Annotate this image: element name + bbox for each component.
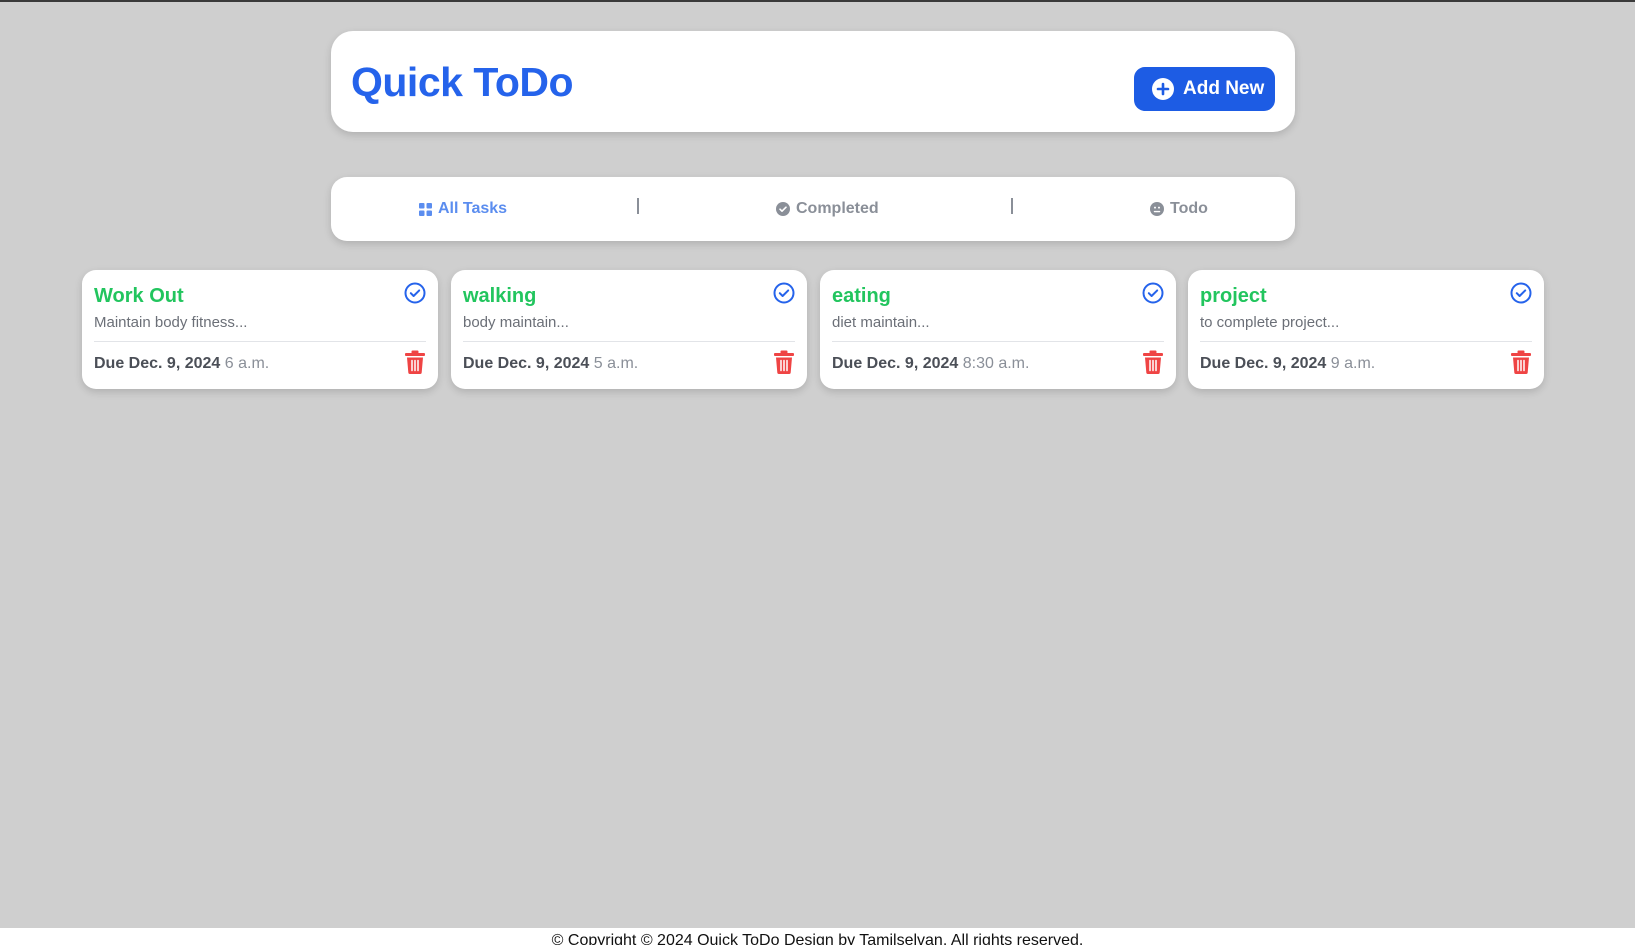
tab-completed[interactable]: Completed xyxy=(776,177,879,241)
trash-icon[interactable] xyxy=(774,350,794,374)
plus-circle-icon xyxy=(1152,78,1174,100)
task-due-date: Due Dec. 9, 2024 xyxy=(832,355,959,372)
task-card: walking body maintain... Due Dec. 9, 202… xyxy=(451,270,807,389)
task-description: to complete project... xyxy=(1200,314,1340,331)
card-divider xyxy=(832,341,1164,342)
card-divider xyxy=(94,341,426,342)
trash-icon[interactable] xyxy=(1143,350,1163,374)
task-due: Due Dec. 9, 2024 5 a.m. xyxy=(463,355,638,373)
todo-circle-icon xyxy=(1150,202,1164,216)
mark-complete-icon[interactable] xyxy=(1510,282,1532,304)
tab-completed-label: Completed xyxy=(796,200,879,217)
task-due-date: Due Dec. 9, 2024 xyxy=(1200,355,1327,372)
grid-icon xyxy=(419,202,432,216)
trash-icon[interactable] xyxy=(1511,350,1531,374)
task-due-date: Due Dec. 9, 2024 xyxy=(463,355,590,372)
task-time: 6 a.m. xyxy=(224,355,270,372)
task-title: project xyxy=(1200,285,1267,307)
task-due: Due Dec. 9, 2024 8:30 a.m. xyxy=(832,355,1029,373)
tab-all-tasks-label: All Tasks xyxy=(438,200,508,217)
filter-bar: All Tasks Completed Todo xyxy=(331,177,1295,241)
tab-todo-label: Todo xyxy=(1170,200,1208,217)
card-divider xyxy=(463,341,795,342)
task-card: project to complete project... Due Dec. … xyxy=(1188,270,1544,389)
mark-complete-icon[interactable] xyxy=(773,282,795,304)
task-description: body maintain... xyxy=(463,314,569,331)
task-time: 8:30 a.m. xyxy=(962,355,1030,372)
filter-divider xyxy=(637,198,639,214)
task-time: 5 a.m. xyxy=(593,355,639,372)
task-title: Work Out xyxy=(94,285,184,307)
trash-icon[interactable] xyxy=(405,350,425,374)
task-card: eating diet maintain... Due Dec. 9, 2024… xyxy=(820,270,1176,389)
task-time: 9 a.m. xyxy=(1330,355,1376,372)
tab-todo[interactable]: Todo xyxy=(1150,177,1208,241)
app-header: Quick ToDo Add New xyxy=(331,31,1295,132)
card-divider xyxy=(1200,341,1532,342)
app-title: Quick ToDo xyxy=(351,59,574,105)
mark-complete-icon[interactable] xyxy=(404,282,426,304)
task-card: Work Out Maintain body fitness... Due De… xyxy=(82,270,438,389)
add-new-button[interactable]: Add New xyxy=(1134,67,1275,111)
mark-complete-icon[interactable] xyxy=(1142,282,1164,304)
tab-all-tasks[interactable]: All Tasks xyxy=(419,177,507,241)
task-due: Due Dec. 9, 2024 9 a.m. xyxy=(1200,355,1375,373)
add-new-label: Add New xyxy=(1183,78,1265,99)
check-circle-icon xyxy=(776,202,790,216)
task-due-date: Due Dec. 9, 2024 xyxy=(94,355,221,372)
task-description: diet maintain... xyxy=(832,314,930,331)
footer-copyright: © Copyright © 2024 Quick ToDo Design by … xyxy=(0,928,1635,945)
task-due: Due Dec. 9, 2024 6 a.m. xyxy=(94,355,269,373)
task-description: Maintain body fitness... xyxy=(94,314,248,331)
filter-divider xyxy=(1011,198,1013,214)
task-title: walking xyxy=(463,285,537,307)
task-title: eating xyxy=(832,285,891,307)
